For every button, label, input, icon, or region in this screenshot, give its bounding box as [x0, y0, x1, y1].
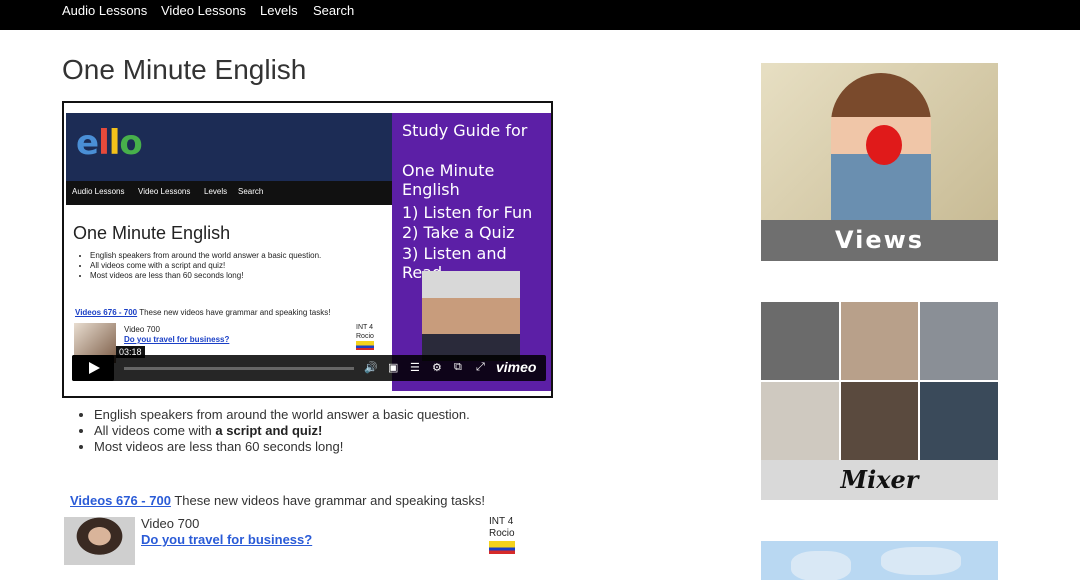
- volume-icon[interactable]: 🔊: [364, 361, 378, 374]
- settings-icon[interactable]: ⚙: [432, 361, 442, 374]
- videos-range-row: Videos 676 - 700 These new videos have g…: [70, 493, 486, 508]
- video-nav-video: Video Lessons: [138, 187, 191, 196]
- nav-video-lessons[interactable]: Video Lessons: [161, 3, 246, 18]
- presenter-photo: [422, 271, 520, 361]
- nav-levels[interactable]: Levels: [260, 3, 298, 18]
- mixer-image: [761, 302, 998, 460]
- video-entry: Video 700 Do you travel for business?: [141, 516, 312, 548]
- feature-item: English speakers from around the world a…: [94, 407, 470, 423]
- mixer-card[interactable]: Mixer: [761, 302, 998, 500]
- study-guide-panel: Study Guide for One Minute English 1) Li…: [392, 113, 551, 391]
- nav-search[interactable]: Search: [313, 3, 354, 18]
- views-image: [761, 63, 998, 220]
- page-title: One Minute English: [62, 54, 307, 85]
- microphone-icon: [866, 125, 902, 165]
- video-controls: 🔊 ▣ ☰ ⚙ ⧉ ⤢ vimeo: [72, 355, 546, 381]
- fullscreen-icon[interactable]: ⤢: [476, 361, 485, 374]
- feature-list: English speakers from around the world a…: [94, 407, 470, 455]
- mixer-face: [920, 302, 998, 380]
- mixer-face: [761, 382, 839, 460]
- video-site-flag: [356, 341, 374, 350]
- video-thumbnail[interactable]: [64, 517, 135, 565]
- pip-icon[interactable]: ⧉: [454, 361, 462, 374]
- play-button[interactable]: [72, 355, 114, 381]
- speaker-name: Rocio: [489, 528, 515, 539]
- mixer-face: [920, 382, 998, 460]
- views-label: Views: [761, 220, 998, 261]
- video-entry-label: Video 700: [141, 516, 200, 531]
- top-nav: Audio Lessons Video Lessons Levels Searc…: [0, 0, 1080, 30]
- video-nav-levels: Levels: [204, 187, 228, 196]
- videos-range-link[interactable]: Videos 676 - 700: [70, 493, 171, 508]
- nav-audio-lessons[interactable]: Audio Lessons: [62, 3, 147, 18]
- video-site-header: ello: [66, 113, 392, 181]
- vimeo-logo[interactable]: vimeo: [496, 359, 536, 375]
- world-map-card[interactable]: [761, 541, 998, 580]
- colombia-flag-icon: [489, 541, 515, 554]
- video-entry-link[interactable]: Do you travel for business?: [141, 532, 312, 547]
- level-badge: INT 4: [489, 516, 514, 527]
- mixer-face: [761, 302, 839, 380]
- transcript-icon[interactable]: ☰: [410, 361, 420, 374]
- video-player[interactable]: ello Audio Lessons Video Lessons Levels …: [62, 101, 553, 398]
- mixer-face: [840, 382, 919, 460]
- video-site-entry: Video 700 Do you travel for business?: [124, 325, 230, 344]
- video-site-title: One Minute English: [73, 223, 231, 243]
- feature-item: Most videos are less than 60 seconds lon…: [94, 439, 470, 455]
- video-nav-audio: Audio Lessons: [72, 187, 125, 196]
- views-card[interactable]: Views: [761, 63, 998, 261]
- ello-logo: ello: [76, 123, 143, 163]
- mixer-face: [840, 302, 919, 380]
- feature-item: All videos come with a script and quiz!: [94, 423, 470, 439]
- progress-bar[interactable]: [124, 367, 354, 370]
- video-nav-search: Search: [238, 187, 264, 196]
- mixer-label: Mixer: [761, 460, 998, 500]
- captions-icon[interactable]: ▣: [388, 361, 398, 374]
- video-site-bullets: English speakers from around the world a…: [90, 251, 321, 281]
- video-site-nav: Audio Lessons Video Lessons Levels Searc…: [66, 181, 392, 205]
- video-level: INT 4 Rocio: [489, 516, 515, 540]
- video-site-link-row: Videos 676 - 700 These new videos have g…: [75, 308, 331, 317]
- video-site-level: INT 4 Rocio: [356, 324, 374, 340]
- video-screen[interactable]: ello Audio Lessons Video Lessons Levels …: [66, 113, 551, 391]
